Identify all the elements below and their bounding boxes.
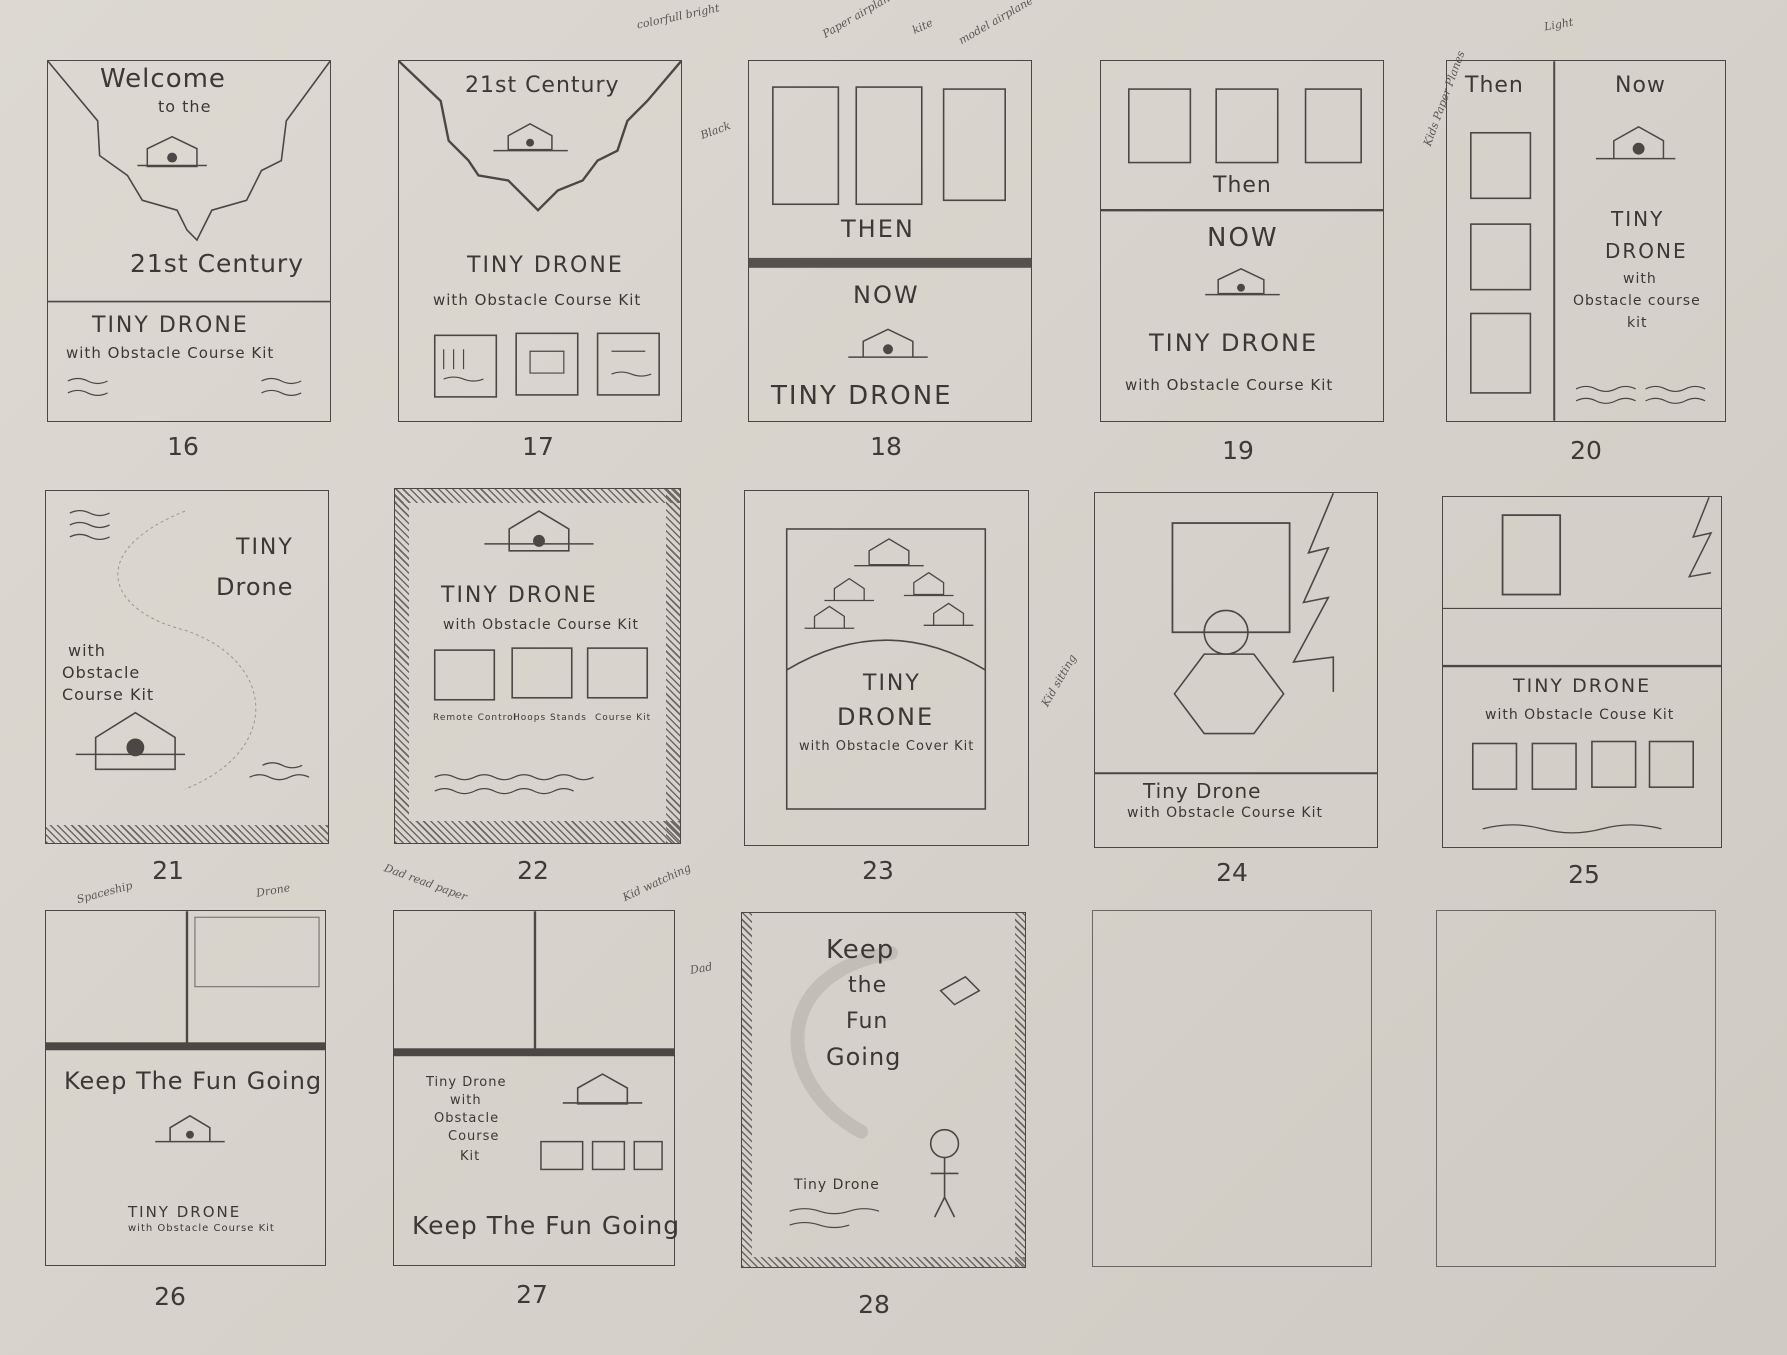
product-title: TINY DRONE xyxy=(1513,675,1652,697)
storyboard-frame-21: TINY Drone with Obstacle Course Kit xyxy=(45,490,329,844)
frame-number-28: 28 xyxy=(858,1290,890,1319)
kit-text: kit xyxy=(1627,315,1648,331)
now-heading: Now xyxy=(1615,73,1666,98)
storyboard-frame-24: Tiny Drone with Obstacle Course Kit xyxy=(1094,492,1378,848)
product-title-line2: DRONE xyxy=(1605,239,1688,263)
product-title: TINY DRONE xyxy=(467,253,624,278)
century-text: 21st Century xyxy=(465,73,620,98)
frame-number-19: 19 xyxy=(1222,436,1254,465)
tiny-text: TINY xyxy=(236,535,294,560)
label-remote: Remote Control xyxy=(433,713,518,723)
frame-number-21: 21 xyxy=(152,856,184,885)
storyboard-frame-28: Keep the Fun Going Tiny Drone xyxy=(741,912,1026,1268)
then-heading: THEN xyxy=(841,215,915,243)
century-text: 21st Century xyxy=(130,249,304,278)
product-subtitle: with Obstacle Course Kit xyxy=(1127,805,1323,821)
storyboard-frame-19: Then NOW TINY DRONE with Obstacle Course… xyxy=(1100,60,1384,422)
body-line3: Obstacle xyxy=(434,1111,500,1126)
product-subtitle: with Obstacle Course Kit xyxy=(66,344,275,362)
headline: Keep The Fun Going xyxy=(412,1211,681,1240)
product-title: TINY DRONE xyxy=(771,381,953,411)
frame-number-16: 16 xyxy=(167,432,199,461)
frame-number-22: 22 xyxy=(517,856,549,885)
sketch-22 xyxy=(433,510,649,795)
product-title: TINY DRONE xyxy=(1149,329,1319,357)
product-subtitle: with Obstacle Course Kit xyxy=(128,1223,275,1234)
storyboard-frame-empty-1 xyxy=(1092,910,1372,1267)
course-text: Course Kit xyxy=(62,685,155,704)
hatched-border xyxy=(46,825,328,843)
then-heading: Then xyxy=(1213,173,1272,198)
headline: Keep The Fun Going xyxy=(64,1067,323,1095)
storyboard-frame-27: Tiny Drone with Obstacle Course Kit Keep… xyxy=(393,910,679,1266)
storyboard-frame-20: Then Now TINY DRONE with Obstacle course… xyxy=(1446,60,1726,422)
frame-number-25: 25 xyxy=(1568,860,1600,889)
obstacle-text: Obstacle xyxy=(62,663,141,682)
now-heading: NOW xyxy=(1207,223,1279,253)
frame-number-18: 18 xyxy=(870,432,902,461)
frame-number-26: 26 xyxy=(154,1282,186,1311)
label-course: Course Kit xyxy=(595,713,652,723)
product-title: TINY DRONE xyxy=(128,1203,242,1221)
storyboard-frame-22: TINY DRONE with Obstacle Course Kit Remo… xyxy=(394,488,681,844)
frame-number-17: 17 xyxy=(522,432,554,461)
with-text: with xyxy=(1623,271,1657,287)
body-line5: Kit xyxy=(460,1149,481,1164)
storyboard-frame-17: 21st Century TINY DRONE with Obstacle Co… xyxy=(398,60,682,422)
drone-text: Drone xyxy=(216,573,294,601)
storyboard-frame-25: TINY DRONE with Obstacle Couse Kit xyxy=(1442,496,1722,848)
obstacle-text: Obstacle course xyxy=(1573,293,1701,309)
product-title: Tiny Drone xyxy=(1143,779,1262,803)
then-heading: Then xyxy=(1465,73,1524,98)
product-title: TINY DRONE xyxy=(441,583,598,608)
sketch-17 xyxy=(399,61,681,398)
brand-text: Tiny Drone xyxy=(794,1177,880,1193)
tiny-text: TINY xyxy=(863,671,921,696)
frame-number-23: 23 xyxy=(862,856,894,885)
storyboard-frame-23: TINY DRONE with Obstacle Cover Kit xyxy=(744,490,1029,846)
headline-line3: Fun xyxy=(846,1009,889,1034)
headline-line1: Keep xyxy=(826,935,895,965)
product-subtitle: with Obstacle Course Kit xyxy=(433,291,642,309)
sketch-23 xyxy=(785,528,987,810)
storyboard-frame-16: Welcome to the 21st Century TINY DRONE w… xyxy=(47,60,331,422)
storyboard-frame-empty-2 xyxy=(1436,910,1716,1267)
body-line2: with xyxy=(450,1093,482,1108)
product-subtitle: with Obstacle Cover Kit xyxy=(799,739,975,754)
product-subtitle: with Obstacle Course Kit xyxy=(443,617,639,633)
sketch-25 xyxy=(1443,497,1721,834)
product-subtitle: with Obstacle Couse Kit xyxy=(1485,707,1675,723)
storyboard-frame-26: Keep The Fun Going TINY DRONE with Obsta… xyxy=(45,910,326,1266)
drone-text: DRONE xyxy=(837,703,935,731)
label-hoops: Hoops Stands xyxy=(513,713,587,723)
storyboard-frame-18: THEN NOW TINY DRONE xyxy=(748,60,1032,422)
welcome-text: Welcome xyxy=(100,64,226,94)
product-title: TINY DRONE xyxy=(92,313,249,338)
with-text: with xyxy=(68,641,106,660)
now-heading: NOW xyxy=(853,281,920,309)
headline-line2: the xyxy=(848,973,888,998)
frame-number-20: 20 xyxy=(1570,436,1602,465)
frame-number-24: 24 xyxy=(1216,858,1248,887)
headline-line4: Going xyxy=(826,1043,902,1071)
product-title-line1: TINY xyxy=(1611,207,1665,231)
to-the-text: to the xyxy=(158,97,212,116)
body-line4: Course xyxy=(448,1129,500,1144)
sketch-28 xyxy=(789,946,981,1229)
body-line1: Tiny Drone xyxy=(426,1075,507,1090)
frame-number-27: 27 xyxy=(516,1280,548,1309)
product-subtitle: with Obstacle Course Kit xyxy=(1125,376,1334,394)
